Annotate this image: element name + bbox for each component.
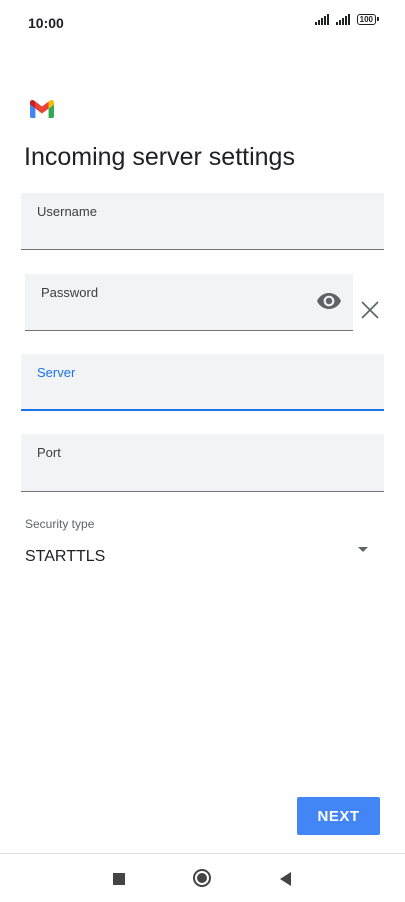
security-type-select[interactable]: STARTTLS	[21, 538, 384, 574]
username-label: Username	[37, 204, 97, 219]
password-field[interactable]: Password	[25, 274, 353, 331]
security-type-value: STARTTLS	[25, 548, 106, 565]
port-field[interactable]: Port	[21, 434, 384, 492]
dropdown-arrow-icon[interactable]	[358, 547, 368, 552]
security-type-label: Security type	[25, 517, 95, 531]
server-input[interactable]	[37, 383, 368, 403]
signal-icon	[335, 13, 350, 25]
page-title: Incoming server settings	[24, 143, 295, 171]
gmail-logo-icon	[30, 100, 54, 118]
username-input[interactable]	[37, 223, 368, 243]
recents-icon[interactable]	[113, 873, 125, 885]
next-button[interactable]: NEXT	[297, 797, 380, 835]
home-icon[interactable]	[193, 869, 211, 887]
username-field[interactable]: Username	[21, 193, 384, 250]
status-icons: 100	[314, 13, 379, 25]
status-time: 10:00	[28, 15, 64, 31]
battery-icon: 100	[356, 13, 379, 25]
close-icon[interactable]	[360, 300, 380, 320]
status-bar: 10:00 100	[0, 0, 405, 48]
signal-icon	[314, 13, 329, 25]
port-label: Port	[37, 445, 61, 460]
password-input[interactable]	[41, 304, 305, 324]
eye-icon[interactable]	[317, 292, 341, 310]
back-icon[interactable]	[280, 872, 291, 886]
server-field[interactable]: Server	[21, 354, 384, 411]
server-label: Server	[37, 365, 76, 380]
port-input[interactable]	[37, 465, 368, 485]
battery-level: 100	[356, 13, 376, 25]
navigation-bar	[0, 853, 405, 902]
password-label: Password	[41, 285, 99, 300]
